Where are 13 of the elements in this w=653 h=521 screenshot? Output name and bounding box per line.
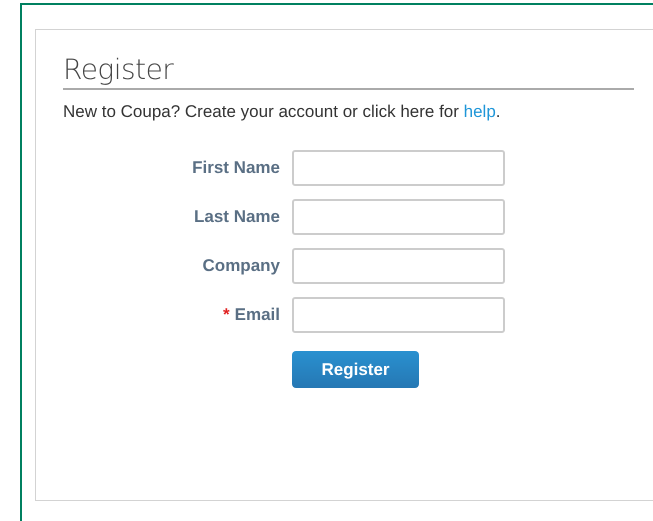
help-link[interactable]: help	[464, 102, 496, 121]
field-label: First Name	[192, 158, 280, 178]
field-label: Email	[234, 305, 280, 325]
field-label: Company	[202, 256, 280, 276]
register-button[interactable]: Register	[292, 351, 419, 388]
field-label: Last Name	[194, 207, 280, 227]
input-field[interactable]	[292, 248, 505, 284]
intro-text: New to Coupa? Create your account or click here for help.	[63, 102, 502, 122]
input-field[interactable]	[292, 199, 505, 235]
input-field[interactable]	[292, 150, 505, 186]
page-heading: Register	[63, 52, 634, 90]
input-field[interactable]	[292, 297, 505, 333]
required-marker: *	[223, 305, 230, 325]
